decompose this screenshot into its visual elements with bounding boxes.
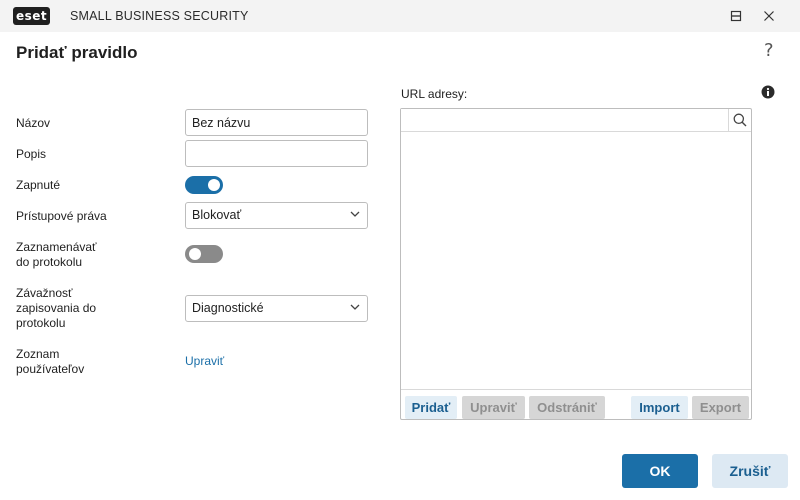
search-icon [733,113,747,127]
import-button[interactable]: Import [631,396,688,419]
description-label: Popis [16,147,47,161]
remove-url-button[interactable]: Odstrániť [529,396,605,419]
add-url-button[interactable]: Pridať [405,396,457,419]
users-label: Zoznam používateľov [16,347,84,377]
access-select[interactable]: Blokovať [185,202,368,229]
title-bar: eset SMALL BUSINESS SECURITY [0,0,800,32]
help-icon[interactable]: ? [764,40,774,61]
users-edit-link[interactable]: Upraviť [185,354,224,368]
log-label-line2: do protokolu [16,255,83,269]
access-value: Blokovať [192,208,242,222]
url-list-label: URL adresy: [401,87,468,101]
toggle-knob [208,179,220,191]
close-icon [764,11,774,21]
users-label-line1: Zoznam [16,347,60,361]
name-label: Názov [16,116,51,130]
access-label: Prístupové práva [16,209,107,223]
severity-label-line2: zapisovania do [16,301,97,315]
eset-logo: eset [13,7,51,25]
url-list[interactable] [401,132,751,390]
log-toggle[interactable] [185,245,223,263]
url-search-bar [401,109,751,132]
page-title: Pridať pravidlo [16,43,138,62]
log-label: Zaznamenávať do protokolu [16,240,97,270]
chevron-down-icon [350,304,360,310]
close-button[interactable] [753,0,785,32]
product-name: SMALL BUSINESS SECURITY [70,9,249,23]
url-panel: Pridať Upraviť Odstrániť Import Export [400,108,752,420]
severity-label-line3: protokolu [16,316,66,330]
ok-button[interactable]: OK [622,454,698,488]
export-button[interactable]: Export [692,396,749,419]
maximize-icon [730,10,742,22]
maximize-button[interactable] [720,0,752,32]
users-label-line2: používateľov [16,362,85,376]
enabled-toggle[interactable] [185,176,223,194]
url-search-input[interactable] [401,109,728,131]
cancel-button[interactable]: Zrušiť [712,454,788,488]
chevron-down-icon [350,211,360,217]
description-input[interactable] [185,140,368,167]
name-input[interactable] [185,109,368,136]
search-button[interactable] [728,109,751,131]
edit-url-button[interactable]: Upraviť [462,396,525,419]
severity-select[interactable]: Diagnostické [185,295,368,322]
severity-label: Závažnosť zapisovania do protokolu [16,286,96,331]
toggle-knob [189,248,201,260]
severity-label-line1: Závažnosť [16,286,73,300]
log-label-line1: Zaznamenávať [16,240,97,254]
severity-value: Diagnostické [192,301,264,315]
info-icon[interactable] [761,85,775,99]
enabled-label: Zapnuté [16,178,61,192]
eset-logo-badge: eset [13,7,51,25]
